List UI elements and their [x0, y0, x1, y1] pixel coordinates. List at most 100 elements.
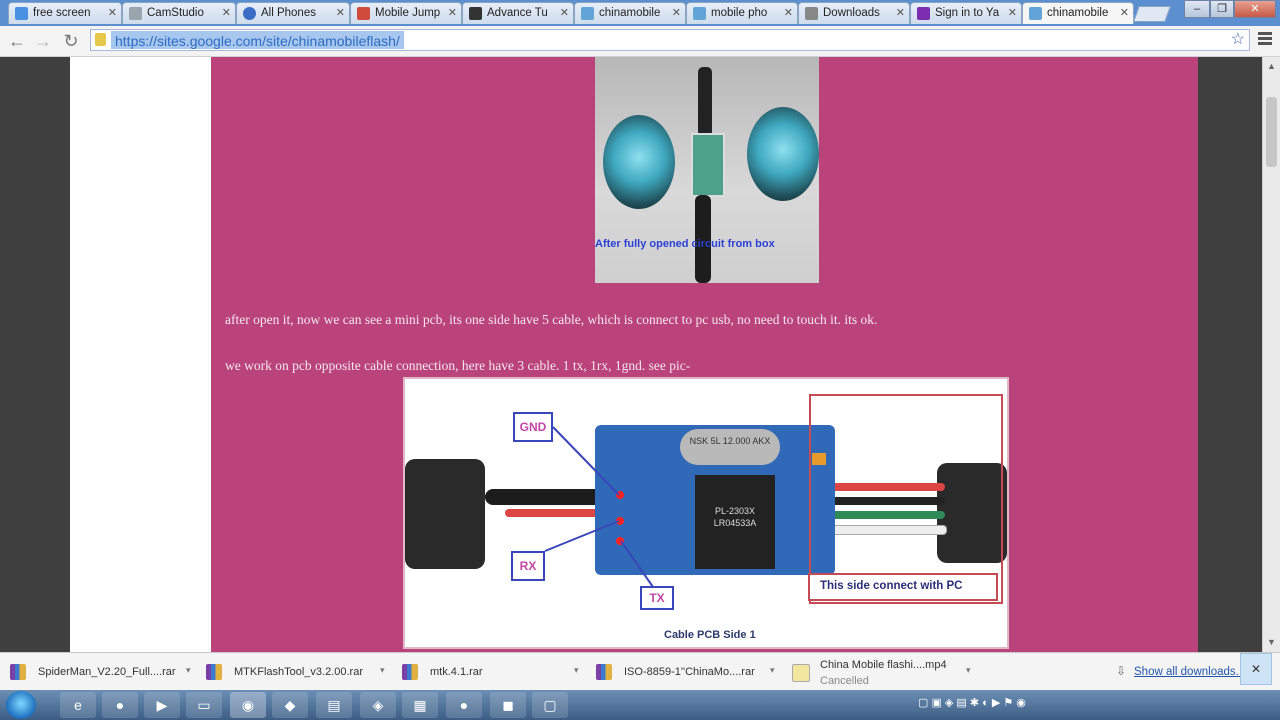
download-item[interactable]: ISO-8859-1''ChinaMo....rar ▾: [596, 657, 782, 687]
page-body: After fully opened circuit from box afte…: [211, 57, 1198, 652]
lock-icon: [95, 33, 106, 46]
scroll-up-icon[interactable]: ▲: [1267, 61, 1276, 71]
close-icon[interactable]: ✕: [896, 6, 905, 19]
tab-downloads[interactable]: Downloads ✕: [798, 2, 910, 24]
close-icon[interactable]: ✕: [222, 6, 231, 19]
start-button[interactable]: [6, 691, 36, 719]
download-item[interactable]: China Mobile flashi....mp4 Cancelled ▾: [792, 657, 978, 687]
app-icon[interactable]: ▢: [532, 692, 568, 718]
tab-favicon-icon: [1029, 7, 1042, 20]
new-tab-button[interactable]: [1133, 6, 1171, 22]
download-name: SpiderMan_V2.20_Full....rar: [38, 666, 176, 678]
download-item[interactable]: MTKFlashTool_v3.2.00.rar ▾: [206, 657, 392, 687]
pc-side-label: This side connect with PC: [808, 573, 998, 601]
chrome-icon[interactable]: ◉: [230, 692, 266, 718]
menu-icon[interactable]: [1256, 30, 1274, 50]
chevron-down-icon[interactable]: ▾: [966, 665, 971, 676]
tab-advance-tu[interactable]: Advance Tu ✕: [462, 2, 574, 24]
paragraph-cable-connection: we work on pcb opposite cable connection…: [225, 358, 691, 373]
close-icon[interactable]: ✕: [448, 6, 457, 19]
download-status: Cancelled: [820, 675, 869, 687]
close-window-button[interactable]: ✕: [1234, 0, 1276, 18]
opened-box-photo: After fully opened circuit from box: [595, 57, 819, 283]
tab-favicon-icon: [129, 7, 142, 20]
scrollbar-thumb[interactable]: [1266, 97, 1277, 167]
app-icon[interactable]: ▦: [402, 692, 438, 718]
tab-title: All Phones: [261, 7, 316, 19]
close-shelf-button[interactable]: ✕: [1240, 653, 1272, 685]
app-icon[interactable]: ◆: [272, 692, 308, 718]
forward-button[interactable]: →: [32, 30, 54, 52]
folder-icon[interactable]: ▭: [186, 692, 222, 718]
tab-chinamobile[interactable]: chinamobile ✕: [574, 2, 686, 24]
download-name: China Mobile flashi....mp4: [820, 659, 947, 671]
mini-pcb: [691, 133, 725, 197]
minimize-button[interactable]: –: [1184, 0, 1210, 18]
close-icon[interactable]: ✕: [108, 6, 117, 19]
app-icon[interactable]: ◼: [490, 692, 526, 718]
chevron-down-icon[interactable]: ▾: [574, 665, 579, 676]
ie-icon[interactable]: e: [60, 692, 96, 718]
tab-favicon-icon: [357, 7, 370, 20]
tab-title: chinamobile: [1047, 7, 1109, 19]
usb-cable: [698, 67, 712, 137]
back-button[interactable]: ←: [6, 30, 28, 52]
rx-label: RX: [511, 551, 545, 581]
tab-favicon-icon: [15, 7, 28, 20]
chevron-down-icon[interactable]: ▾: [380, 665, 385, 676]
tab-sign-in-yahoo[interactable]: Sign in to Ya ✕: [910, 2, 1022, 24]
system-tray[interactable]: ▢ ▣ ◈ ▤ ✱ ◐ ▶ ⚑ ◉: [918, 696, 1026, 714]
download-arrow-icon: ⇩: [1116, 664, 1127, 678]
paragraph-open-pcb: after open it, now we can see a mini pcb…: [225, 312, 878, 327]
tab-title: Mobile Jump: [375, 7, 441, 19]
pcb-photo: NSK 5L 12.000 AKX PL-2303X LR04533A GND …: [403, 377, 1009, 649]
download-item[interactable]: SpiderMan_V2.20_Full....rar ▾: [10, 657, 196, 687]
tab-free-screen[interactable]: free screen ✕: [8, 2, 122, 24]
tab-mobile-jump[interactable]: Mobile Jump ✕: [350, 2, 462, 24]
close-icon[interactable]: ✕: [560, 6, 569, 19]
app-icon[interactable]: ▤: [316, 692, 352, 718]
left-case-shell: [603, 115, 675, 209]
tab-all-phones[interactable]: All Phones ✕: [236, 2, 350, 24]
tab-title: Sign in to Ya: [935, 7, 1000, 19]
vertical-scrollbar[interactable]: ▲ ▼: [1262, 57, 1280, 652]
gnd-label: GND: [513, 412, 553, 442]
page-viewport: After fully opened circuit from box afte…: [0, 57, 1262, 652]
tab-strip: free screen ✕ CamStudio ✕ All Phones ✕ M…: [0, 0, 1280, 26]
show-all-downloads-link[interactable]: Show all downloads...: [1134, 666, 1245, 678]
close-icon[interactable]: ✕: [672, 6, 681, 19]
windows-taskbar: e ● ▶ ▭ ◉ ◆ ▤ ◈ ▦ ● ◼ ▢ ▢ ▣ ◈ ▤ ✱ ◐ ▶ ⚑ …: [0, 690, 1280, 720]
chevron-down-icon[interactable]: ▾: [770, 665, 775, 676]
app-icon[interactable]: ●: [446, 692, 482, 718]
downloads-shelf: SpiderMan_V2.20_Full....rar ▾ MTKFlashTo…: [0, 652, 1280, 691]
close-icon[interactable]: ✕: [336, 6, 345, 19]
download-icon: [805, 7, 818, 20]
right-case-shell: [747, 107, 819, 201]
tab-chinamobile-active[interactable]: chinamobile ✕: [1022, 2, 1134, 24]
scroll-down-icon[interactable]: ▼: [1267, 637, 1276, 647]
close-icon[interactable]: ✕: [1120, 6, 1129, 19]
page-left-margin: [70, 57, 211, 652]
shield-icon[interactable]: ◈: [360, 692, 396, 718]
tab-favicon-icon: [693, 7, 706, 20]
tab-camstudio[interactable]: CamStudio ✕: [122, 2, 236, 24]
download-name: ISO-8859-1''ChinaMo....rar: [624, 666, 755, 678]
maximize-button[interactable]: ❐: [1210, 0, 1234, 18]
chevron-down-icon[interactable]: ▾: [186, 665, 191, 676]
tab-favicon-icon: [243, 7, 256, 20]
tab-favicon-icon: [917, 7, 930, 20]
tab-mobile-pho[interactable]: mobile pho ✕: [686, 2, 798, 24]
download-item[interactable]: mtk.4.1.rar ▾: [402, 657, 586, 687]
rar-file-icon: [596, 664, 612, 680]
tab-title: free screen: [33, 7, 91, 19]
browser-toolbar: ← → ↻ https://sites.google.com/site/chin…: [0, 26, 1280, 57]
reload-button[interactable]: ↻: [60, 30, 82, 52]
address-bar[interactable]: https://sites.google.com/site/chinamobil…: [90, 29, 1250, 51]
bookmark-star-icon[interactable]: ☆: [1231, 30, 1245, 50]
url-text: https://sites.google.com/site/chinamobil…: [111, 31, 404, 49]
app-icon[interactable]: ●: [102, 692, 138, 718]
tab-title: mobile pho: [711, 7, 768, 19]
close-icon[interactable]: ✕: [1008, 6, 1017, 19]
media-player-icon[interactable]: ▶: [144, 692, 180, 718]
close-icon[interactable]: ✕: [784, 6, 793, 19]
